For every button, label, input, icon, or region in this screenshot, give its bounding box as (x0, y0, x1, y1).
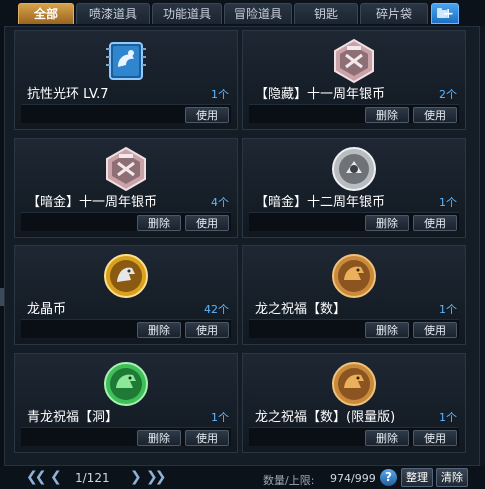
item-count: 4个 (211, 196, 229, 209)
page-indicator: 1/121 (75, 471, 110, 485)
delete-button[interactable]: 删除 (137, 215, 181, 231)
tab-spray-items[interactable]: 喷漆道具 (76, 3, 150, 24)
item-count: 2个 (439, 88, 457, 101)
item-name: 【隐藏】十一周年银币 (255, 87, 386, 102)
item-action-bar: 删除 使用 (21, 319, 231, 338)
item-slot[interactable]: 龙晶币 42个 删除 使用 (14, 245, 238, 345)
use-button[interactable]: 使用 (413, 322, 457, 338)
shield-arm-icon (102, 37, 150, 85)
green-dragon-coin-icon (102, 360, 150, 408)
item-slot[interactable]: 青龙祝福【洞】 1个 删除 使用 (14, 353, 238, 453)
category-tabs: 全部 喷漆道具 功能道具 冒险道具 钥匙 碎片袋 + (0, 0, 485, 26)
bronze-dragon-coin-icon (330, 360, 378, 408)
double-chevron-left-icon[interactable]: ❮❮ (26, 469, 47, 485)
tab-keys[interactable]: 钥匙 (294, 3, 358, 24)
use-button[interactable]: 使用 (185, 322, 229, 338)
tab-function-items[interactable]: 功能道具 (152, 3, 222, 24)
delete-button[interactable]: 删除 (365, 430, 409, 446)
item-action-bar: 删除 使用 (249, 427, 459, 446)
item-name: 抗性光环 LV.7 (27, 87, 109, 102)
item-slot[interactable]: 【隐藏】十一周年银币 2个 删除 使用 (242, 30, 466, 130)
item-slot[interactable]: 龙之祝福【数】 1个 删除 使用 (242, 245, 466, 345)
item-slot[interactable]: 龙之祝福【数】(限量版) 1个 删除 使用 (242, 353, 466, 453)
tab-all[interactable]: 全部 (18, 3, 74, 24)
item-name: 【暗金】十一周年银币 (27, 195, 158, 210)
item-count: 1个 (439, 303, 457, 316)
use-button[interactable]: 使用 (413, 430, 457, 446)
silver-hex-coin-icon (330, 37, 378, 85)
item-action-bar: 删除 使用 (21, 212, 231, 231)
inventory-footer: ❮❮ ❮ 1/121 ❯ ❯❯ 数量/上限: 974/999 ? 整理 清除 (0, 466, 485, 489)
chevron-left-icon[interactable]: ❮ (50, 469, 62, 485)
chevron-right-icon[interactable]: ❯ (130, 469, 142, 485)
use-button[interactable]: 使用 (185, 107, 229, 123)
plus-icon: + (442, 6, 454, 22)
bronze-dragon-coin-icon (330, 252, 378, 300)
capacity-label: 数量/上限: (263, 474, 315, 487)
clear-button[interactable]: 清除 (436, 468, 468, 487)
item-action-bar: 删除 使用 (249, 104, 459, 123)
item-action-bar: 删除 使用 (21, 427, 231, 446)
delete-button[interactable]: 删除 (365, 322, 409, 338)
item-count: 1个 (211, 411, 229, 424)
item-count: 1个 (439, 411, 457, 424)
item-name: 【暗金】十二周年银币 (255, 195, 386, 210)
item-slot[interactable]: 抗性光环 LV.7 1个 使用 (14, 30, 238, 130)
sort-button[interactable]: 整理 (401, 468, 433, 487)
item-action-bar: 删除 使用 (249, 212, 459, 231)
item-name: 青龙祝福【洞】 (27, 410, 119, 425)
use-button[interactable]: 使用 (185, 215, 229, 231)
use-button[interactable]: 使用 (185, 430, 229, 446)
item-action-bar: 使用 (21, 104, 231, 123)
tab-fragment-bag[interactable]: 碎片袋 (360, 3, 428, 24)
silver-round-coin-icon (330, 145, 378, 193)
delete-button[interactable]: 删除 (137, 322, 181, 338)
item-count: 1个 (439, 196, 457, 209)
use-button[interactable]: 使用 (413, 215, 457, 231)
item-name: 龙之祝福【数】 (255, 302, 347, 317)
delete-button[interactable]: 删除 (365, 215, 409, 231)
item-slot[interactable]: 【暗金】十二周年银币 1个 删除 使用 (242, 138, 466, 238)
item-name: 龙晶币 (27, 302, 67, 317)
item-count: 42个 (204, 303, 229, 316)
silver-hex-coin-icon (102, 145, 150, 193)
item-count: 1个 (211, 88, 229, 101)
use-button[interactable]: 使用 (413, 107, 457, 123)
capacity-value: 974/999 (330, 472, 376, 485)
help-icon[interactable]: ? (380, 469, 397, 486)
delete-button[interactable]: 删除 (365, 107, 409, 123)
gold-dragon-coin-icon (102, 252, 150, 300)
add-tab-button[interactable]: + (431, 3, 459, 24)
double-chevron-right-icon[interactable]: ❯❯ (146, 469, 167, 485)
tab-adventure-items[interactable]: 冒险道具 (224, 3, 292, 24)
item-action-bar: 删除 使用 (249, 319, 459, 338)
delete-button[interactable]: 删除 (137, 430, 181, 446)
item-slot[interactable]: 【暗金】十一周年银币 4个 删除 使用 (14, 138, 238, 238)
item-name: 龙之祝福【数】(限量版) (255, 410, 396, 425)
